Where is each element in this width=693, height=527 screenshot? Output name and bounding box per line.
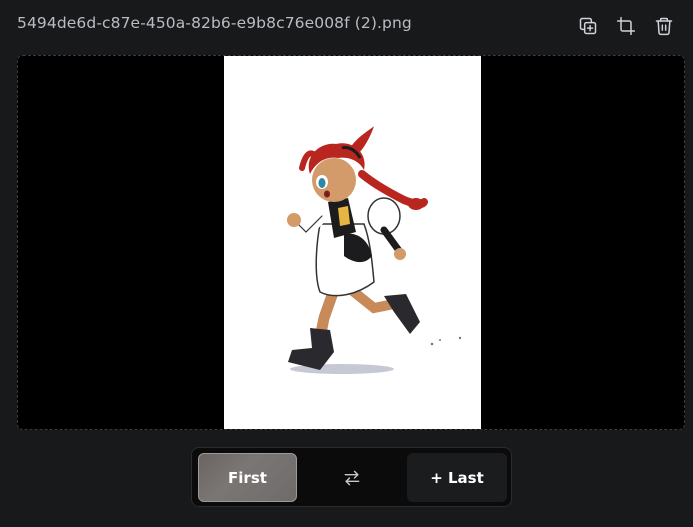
swap-arrows-icon [344, 470, 360, 486]
add-last-button[interactable]: + Last [407, 453, 507, 502]
crop-button[interactable] [607, 13, 645, 39]
first-button[interactable]: First [198, 453, 297, 502]
image-header: 5494de6d-c87e-450a-82b6-e9b8c76e008f (2)… [0, 0, 693, 50]
delete-button[interactable] [645, 13, 683, 39]
running-anime-girl-image [287, 126, 462, 374]
swap-button[interactable] [337, 465, 367, 491]
duplicate-button[interactable] [569, 13, 607, 39]
first-last-toggle: First + Last [191, 447, 512, 507]
trash-icon [655, 17, 673, 36]
file-name: 5494de6d-c87e-450a-82b6-e9b8c76e008f (2)… [17, 14, 412, 32]
preview-image [224, 56, 481, 429]
header-actions [569, 13, 683, 39]
duplicate-icon [579, 17, 597, 35]
crop-icon [616, 16, 636, 36]
image-viewer [17, 55, 685, 430]
